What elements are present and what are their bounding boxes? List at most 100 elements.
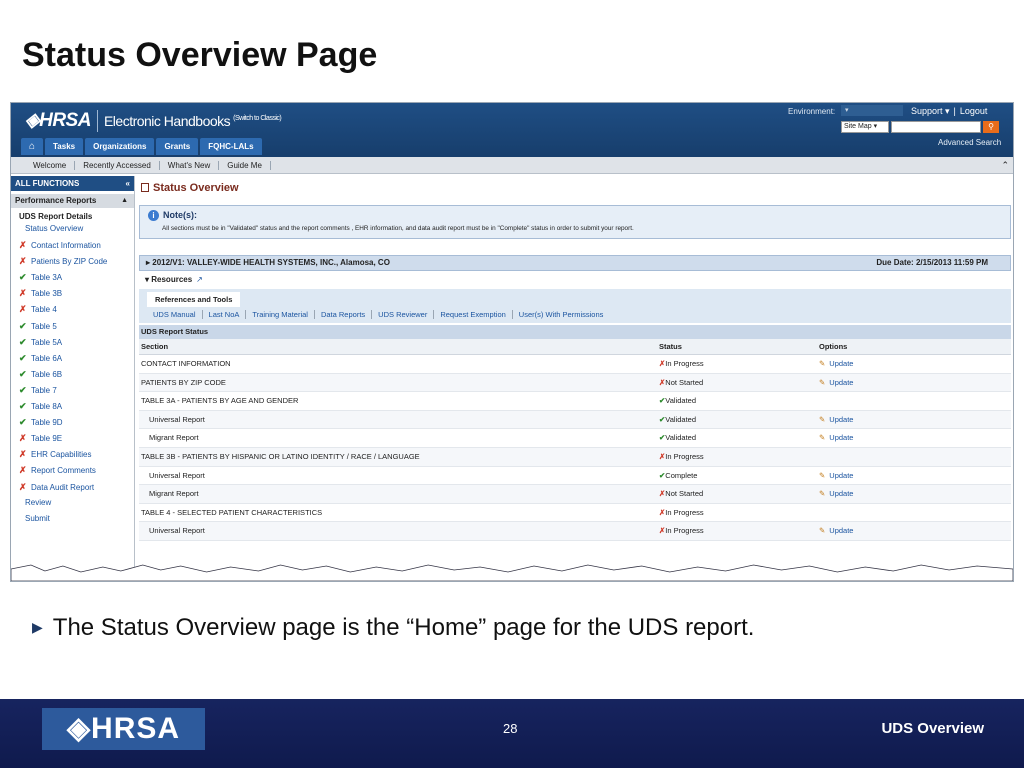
resources-toggle[interactable]: ▾ Resources ↗: [139, 271, 1011, 289]
reference-link[interactable]: Last NoA: [202, 310, 247, 319]
performance-reports-header[interactable]: Performance Reports ▲: [11, 194, 134, 208]
slide-footer: ◈HRSA 28 UDS Overview: [0, 699, 1024, 768]
tab-organizations[interactable]: Organizations: [85, 138, 155, 155]
update-link[interactable]: ✎ Update: [819, 485, 853, 504]
grant-bar[interactable]: ▸ 2012/V1: VALLEY-WIDE HEALTH SYSTEMS, I…: [139, 255, 1011, 271]
sidebar-item[interactable]: Status Overview: [19, 221, 134, 237]
checkmark-icon: ✔: [19, 336, 27, 347]
checkmark-icon: ✔: [19, 384, 27, 395]
info-icon: i: [148, 210, 159, 221]
sidebar-item[interactable]: ✔ Table 7: [19, 382, 134, 398]
status-text: Complete: [665, 470, 698, 480]
subnav-whats-new[interactable]: What's New: [159, 161, 220, 170]
tab-fqhc-lals[interactable]: FQHC-LALs: [200, 138, 262, 155]
bullet-triangle-icon: ▶: [32, 619, 43, 635]
sidebar-item[interactable]: ✗ EHR Capabilities: [19, 446, 134, 462]
hrsa-logo[interactable]: ◈HRSA Electronic Handbooks (Switch to Clas…: [25, 109, 282, 132]
reference-link[interactable]: User(s) With Permissions: [513, 310, 610, 319]
collapse-icon[interactable]: ⌃: [1001, 157, 1009, 174]
tab-grants[interactable]: Grants: [156, 138, 199, 155]
sidebar-item[interactable]: Review: [19, 495, 134, 511]
ehb-screenshot: ◈HRSA Electronic Handbooks (Switch to Clas…: [10, 102, 1014, 582]
status-cell: ✗In Progress: [659, 504, 704, 523]
home-icon[interactable]: ⌂: [21, 138, 43, 155]
sidebar-item-label: Patients By ZIP Code: [31, 257, 108, 267]
section-cell: Universal Report: [149, 470, 205, 480]
section-cell: TABLE 3A - PATIENTS BY AGE AND GENDER: [141, 396, 299, 406]
document-icon: [141, 183, 149, 192]
error-x-icon: ✗: [19, 481, 27, 492]
col-options: Options: [819, 342, 848, 351]
section-cell: Universal Report: [149, 414, 205, 424]
torn-edge: [11, 564, 1013, 581]
tab-tasks[interactable]: Tasks: [45, 138, 84, 155]
all-functions-header[interactable]: ALL FUNCTIONS «: [11, 176, 134, 191]
site-map-select[interactable]: Site Map ▾: [841, 121, 889, 133]
checkmark-icon: ✔: [19, 320, 27, 331]
sidebar-item[interactable]: ✗ Contact Information: [19, 237, 134, 253]
status-cell: ✔Validated: [659, 411, 696, 430]
sidebar-item[interactable]: ✔ Table 8A: [19, 398, 134, 414]
support-menu[interactable]: Support ▾: [911, 106, 950, 116]
update-link[interactable]: ✎ Update: [819, 522, 853, 541]
status-text: Validated: [665, 414, 697, 424]
sidebar-item-label: Table 3B: [31, 289, 63, 299]
reference-links: UDS Manual Last NoA Training Material Data …: [139, 307, 1011, 323]
reference-link[interactable]: UDS Reviewer: [372, 310, 435, 319]
sidebar-item[interactable]: ✗ Table 3B: [19, 285, 134, 301]
switch-classic-link[interactable]: (Switch to Classic): [233, 115, 282, 122]
sidebar-item[interactable]: ✔ Table 5: [19, 318, 134, 334]
search-icon[interactable]: ⚲: [983, 121, 999, 133]
error-x-icon: ✗: [19, 433, 27, 444]
reference-link[interactable]: Request Exemption: [434, 310, 513, 319]
sidebar-item[interactable]: ✗ Table 9E: [19, 430, 134, 446]
update-link[interactable]: ✎ Update: [819, 467, 853, 486]
sidebar-item-label: Table 6B: [31, 369, 63, 379]
reference-link[interactable]: Training Material: [246, 310, 315, 319]
update-link[interactable]: ✎ Update: [819, 411, 853, 430]
update-link[interactable]: ✎ Update: [819, 429, 853, 448]
table-row: Universal Report ✗In Progress ✎ Update: [139, 522, 1011, 541]
environment-selector[interactable]: ▾: [841, 105, 903, 116]
sidebar-item[interactable]: ✗ Table 4: [19, 301, 134, 317]
expand-icon[interactable]: ▸: [146, 258, 150, 267]
edit-icon: ✎: [819, 526, 826, 536]
status-cell: ✗In Progress: [659, 355, 704, 374]
update-link[interactable]: ✎ Update: [819, 355, 853, 374]
edit-icon: ✎: [819, 359, 826, 368]
collapse-sidebar-icon[interactable]: «: [126, 176, 130, 191]
update-label: Update: [829, 489, 854, 499]
page-title: Status Overview: [139, 179, 1011, 197]
status-cell: ✗Not Started: [659, 374, 703, 393]
sidebar-list: Status Overview ✗ Contact Information ✗ Pati…: [11, 221, 134, 527]
edit-icon: ✎: [819, 470, 826, 480]
subnav-guide-me[interactable]: Guide Me: [219, 161, 271, 170]
advanced-search-link[interactable]: Advanced Search: [938, 138, 1001, 147]
subnav-recently-accessed[interactable]: Recently Accessed: [75, 161, 160, 170]
sidebar-item[interactable]: ✔ Table 3A: [19, 269, 134, 285]
sidebar-item-label: Table 9D: [31, 418, 63, 428]
subnav-welcome[interactable]: Welcome: [25, 161, 76, 170]
sidebar-item[interactable]: ✗ Data Audit Report: [19, 479, 134, 495]
due-date: Due Date: 2/15/2013 11:59 PM: [876, 258, 988, 267]
footer-title: UDS Overview: [881, 720, 984, 737]
reference-link[interactable]: UDS Manual: [147, 310, 203, 319]
logout-link[interactable]: Logout: [960, 106, 988, 116]
tab-references-and-tools[interactable]: References and Tools: [147, 292, 241, 307]
sidebar-item[interactable]: ✗ Patients By ZIP Code: [19, 253, 134, 269]
sidebar-item[interactable]: ✔ Table 6B: [19, 366, 134, 382]
section-cell: Universal Report: [149, 526, 205, 536]
edit-icon: ✎: [819, 433, 826, 443]
sidebar-item[interactable]: ✗ Report Comments: [19, 462, 134, 478]
col-section: Section: [141, 342, 169, 351]
status-cell: ✗In Progress: [659, 448, 704, 467]
edit-icon: ✎: [819, 377, 826, 387]
search-input[interactable]: [891, 121, 981, 133]
sidebar-item[interactable]: ✔ Table 9D: [19, 414, 134, 430]
sidebar-item[interactable]: ✔ Table 6A: [19, 350, 134, 366]
reference-link[interactable]: Data Reports: [314, 310, 373, 319]
section-cell: TABLE 3B - PATIENTS BY HISPANIC OR LATIN…: [141, 451, 420, 461]
sidebar-item[interactable]: ✔ Table 5A: [19, 334, 134, 350]
sidebar-item[interactable]: Submit: [19, 511, 134, 527]
update-link[interactable]: ✎ Update: [819, 374, 853, 393]
